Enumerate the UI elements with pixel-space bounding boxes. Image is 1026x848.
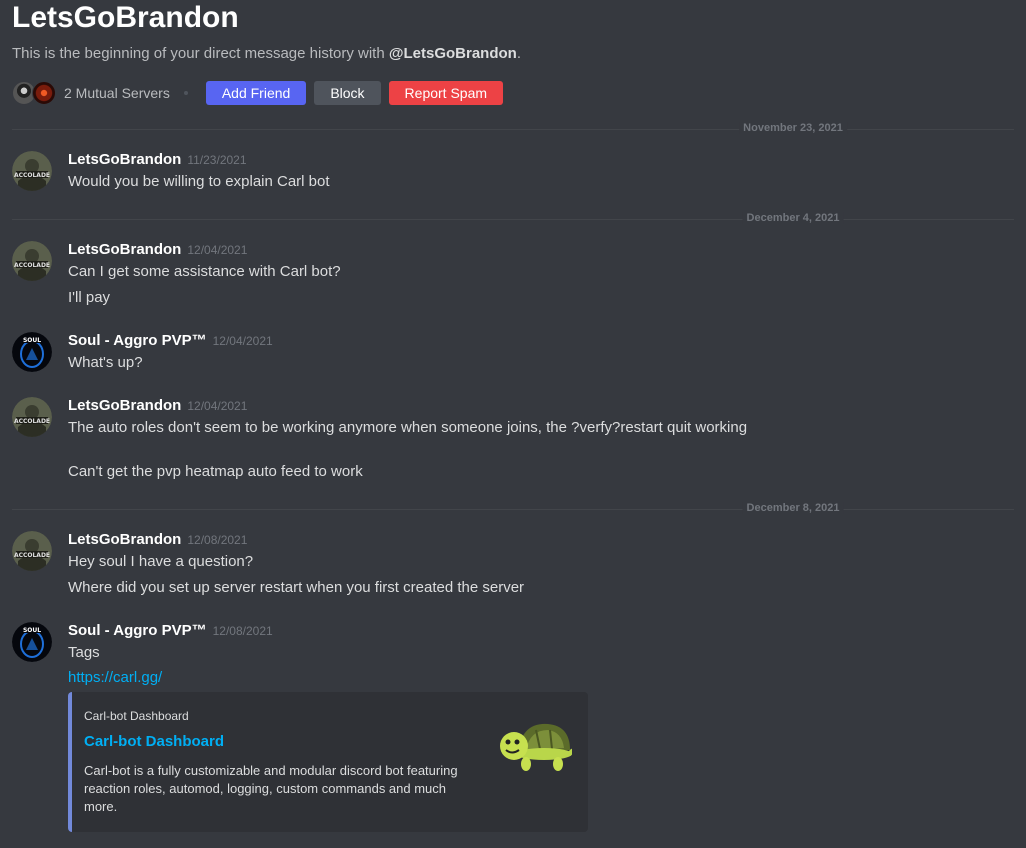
date-divider: December 4, 2021 [12,212,1014,224]
message-header: LetsGoBrandon 12/04/2021 [68,397,247,415]
message-content: I'll pay [68,289,111,306]
svg-text:SOUL: SOUL [23,337,41,344]
mutual-servers-link[interactable]: 2 Mutual Servers [64,85,170,101]
accolade-avatar[interactable]: ACCOLADE [12,531,52,571]
message-content: Can I get some assistance with Carl bot? [68,263,341,280]
embed-title[interactable]: Carl-bot Dashboard [84,733,224,750]
author-name[interactable]: Soul - Aggro PVP™ [68,622,207,639]
intro-prefix: This is the beginning of your direct mes… [12,45,389,62]
svg-text:SOUL: SOUL [23,627,41,634]
dm-channel: LetsGoBrandon This is the beginning of y… [0,0,1026,848]
message-content: Hey soul I have a question? [68,553,254,570]
mutual-server-icons[interactable] [12,81,58,105]
svg-text:ACCOLADE: ACCOLADE [14,172,50,179]
message-content: Can't get the pvp heatmap auto feed to w… [68,463,363,480]
intro-suffix: . [516,45,521,62]
block-button[interactable]: Block [314,81,381,105]
svg-text:ACCOLADE: ACCOLADE [14,552,50,559]
message-timestamp: 11/23/2021 [187,153,247,167]
embed-provider[interactable]: Carl-bot Dashboard [84,709,189,723]
date-divider: December 8, 2021 [12,502,1014,514]
message-timestamp: 12/08/2021 [187,533,248,547]
message-link-line: https://carl.gg/ [68,668,162,688]
author-name[interactable]: Soul - Aggro PVP™ [68,332,207,349]
svg-text:ACCOLADE: ACCOLADE [14,418,50,425]
message-content: Where did you set up server restart when… [68,579,525,596]
message-timestamp: 12/08/2021 [212,624,273,638]
date-divider-label: November 23, 2021 [739,122,847,134]
embed-description: Carl-bot is a fully customizable and mod… [84,763,458,814]
message-timestamp: 12/04/2021 [187,243,248,257]
message-content: Would you be willing to explain Carl bot [68,173,330,190]
header-actions: 2 Mutual Servers Add Friend Block Report… [12,81,511,105]
mutual-server-icon[interactable] [32,81,56,105]
message-header: LetsGoBrandon 12/08/2021 [68,531,247,549]
soul-avatar[interactable]: SOUL [12,332,52,372]
author-name[interactable]: LetsGoBrandon [68,151,181,168]
message-header: LetsGoBrandon 11/23/2021 [68,151,247,169]
user-mention[interactable]: @LetsGoBrandon [389,45,517,62]
message-link[interactable]: https://carl.gg/ [68,669,162,686]
message-timestamp: 12/04/2021 [212,334,273,348]
page-title: LetsGoBrandon [12,1,239,34]
turtle-icon[interactable] [492,716,578,776]
message-content: Tags [68,644,100,661]
add-friend-button[interactable]: Add Friend [205,81,307,105]
message-timestamp: 12/04/2021 [187,399,248,413]
date-divider: November 23, 2021 [12,122,1014,134]
message-header: Soul - Aggro PVP™ 12/04/2021 [68,332,273,350]
svg-text:ACCOLADE: ACCOLADE [14,262,50,269]
accolade-avatar[interactable]: ACCOLADE [12,397,52,437]
soul-avatar[interactable]: SOUL [12,622,52,662]
date-divider-label: December 8, 2021 [742,502,844,514]
message-content: The auto roles don't seem to be working … [68,419,748,436]
report-spam-button[interactable]: Report Spam [388,81,504,105]
author-name[interactable]: LetsGoBrandon [68,531,181,548]
message-header: Soul - Aggro PVP™ 12/08/2021 [68,622,273,640]
author-name[interactable]: LetsGoBrandon [68,241,181,258]
message-content: What's up? [68,354,143,371]
date-divider-label: December 4, 2021 [742,212,844,224]
message-header: LetsGoBrandon 12/04/2021 [68,241,247,259]
accolade-avatar[interactable]: ACCOLADE [12,151,52,191]
dm-intro-text: This is the beginning of your direct mes… [12,45,521,62]
link-embed: Carl-bot Dashboard Carl-bot Dashboard Ca… [68,692,588,832]
separator-dot [183,91,188,95]
accolade-avatar[interactable]: ACCOLADE [12,241,52,281]
author-name[interactable]: LetsGoBrandon [68,397,181,414]
